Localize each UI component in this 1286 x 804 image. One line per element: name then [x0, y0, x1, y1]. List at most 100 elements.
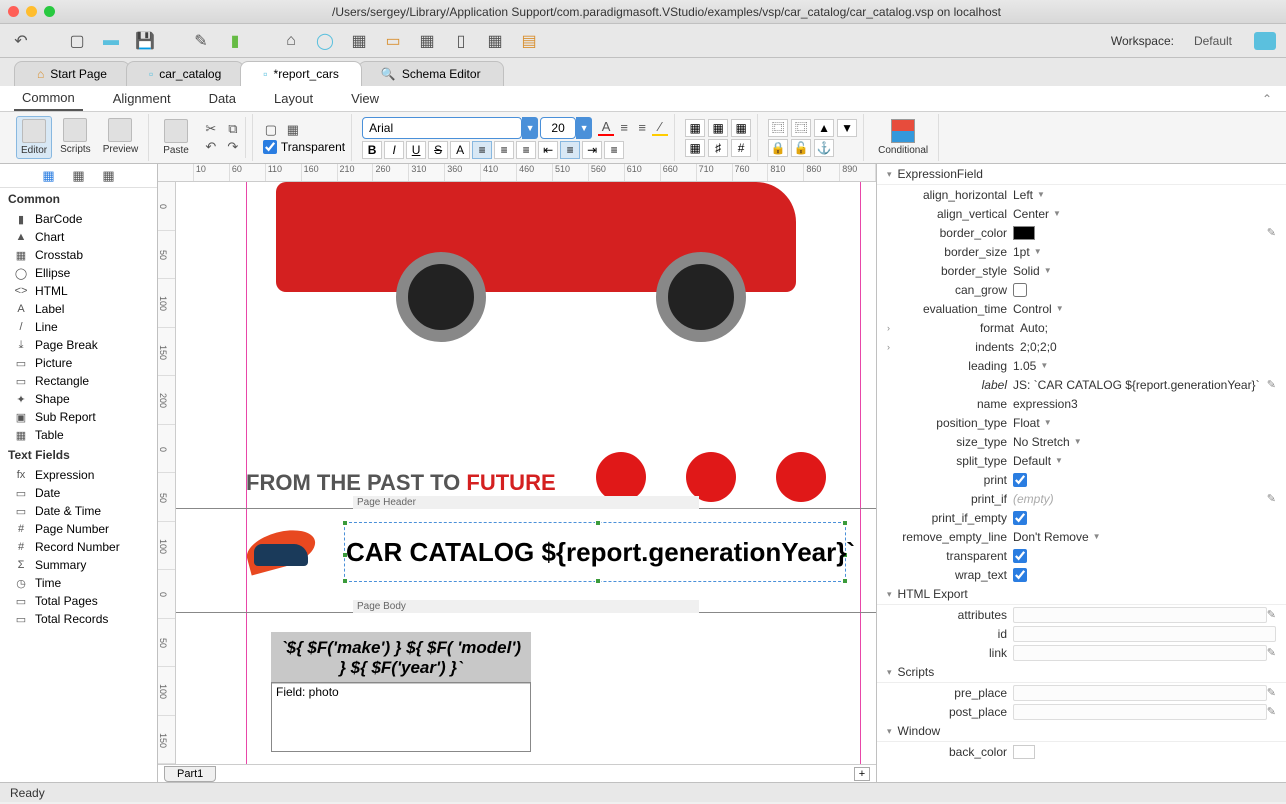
conditional-button[interactable]: Conditional: [874, 117, 932, 158]
prop-checkbox[interactable]: [1013, 511, 1027, 525]
dropdown-icon[interactable]: ▼: [1056, 304, 1064, 313]
view-mode2-icon[interactable]: ▦: [71, 168, 87, 184]
photo-field[interactable]: Field: photo: [271, 682, 531, 752]
tagline-text[interactable]: FROM THE PAST TO FUTURE: [246, 470, 556, 496]
prop-indents[interactable]: ›indents2;0;2;0: [877, 337, 1286, 356]
underline-icon[interactable]: U: [406, 141, 426, 159]
sidebar-item-summary[interactable]: ΣSummary: [0, 556, 157, 574]
ribbon-tab-data[interactable]: Data: [201, 87, 244, 110]
save-icon[interactable]: 💾: [134, 30, 156, 52]
sidebar-item-sub-report[interactable]: ▣Sub Report: [0, 408, 157, 426]
home-icon[interactable]: ⌂: [280, 30, 302, 52]
sidebar-item-page-break[interactable]: ⤓Page Break: [0, 336, 157, 354]
valign-mid-icon[interactable]: ≡: [560, 141, 580, 159]
prop-section-html-export[interactable]: ▾HTML Export: [877, 584, 1286, 605]
chat-icon[interactable]: [1254, 32, 1276, 50]
edit-icon[interactable]: ✎: [1267, 686, 1276, 699]
sidebar-item-label[interactable]: ALabel: [0, 300, 157, 318]
catalog-expression[interactable]: CAR CATALOG ${report.generationYear}`: [346, 537, 855, 568]
tab-start-page[interactable]: ⌂Start Page: [14, 61, 130, 86]
sidebar-item-date[interactable]: ▭Date: [0, 484, 157, 502]
align-center-icon[interactable]: ≡: [494, 141, 514, 159]
red-ellipse[interactable]: [596, 452, 646, 502]
panel-icon[interactable]: ▯: [450, 30, 472, 52]
font-select[interactable]: [362, 117, 522, 139]
view-mode1-icon[interactable]: ▦: [41, 168, 57, 184]
line-spacing-icon[interactable]: ≡: [604, 141, 624, 159]
align-left-icon[interactable]: ≡: [616, 120, 632, 136]
table-icon[interactable]: ▦: [685, 119, 705, 137]
bold-icon[interactable]: B: [362, 141, 382, 159]
prop-print-if[interactable]: print_if(empty)✎: [877, 489, 1286, 508]
red-ellipse[interactable]: [686, 452, 736, 502]
tab-report-cars[interactable]: ▫*report_cars: [240, 61, 362, 86]
edit-icon[interactable]: ✎: [1267, 378, 1276, 391]
prop-label[interactable]: labelJS: `CAR CATALOG ${report.generatio…: [877, 375, 1286, 394]
folder-icon[interactable]: ▬: [100, 30, 122, 52]
clear-format-icon[interactable]: A: [450, 141, 470, 159]
dropdown-icon[interactable]: ▼: [1074, 437, 1082, 446]
undo-icon[interactable]: ↶: [203, 139, 219, 155]
expression-field[interactable]: `${ $F('make') } ${ $F( 'model') } ${ $F…: [271, 632, 531, 684]
guide-line[interactable]: [860, 182, 861, 764]
new-file-icon[interactable]: ▢: [66, 30, 88, 52]
red-ellipse[interactable]: [776, 452, 826, 502]
front-icon[interactable]: ▲: [814, 119, 834, 137]
sidebar-item-expression[interactable]: fxExpression: [0, 466, 157, 484]
prop-border-style[interactable]: border_styleSolid▼: [877, 261, 1286, 280]
prop-input[interactable]: [1013, 607, 1267, 623]
prop-align-horizontal[interactable]: align_horizontalLeft▼: [877, 185, 1286, 204]
sidebar-item-line[interactable]: /Line: [0, 318, 157, 336]
prop-link[interactable]: link✎: [877, 643, 1286, 662]
dropdown-icon[interactable]: ▼: [1055, 456, 1063, 465]
transparent-checkbox[interactable]: Transparent: [263, 140, 345, 154]
brush-icon[interactable]: ✎: [190, 30, 212, 52]
prop-checkbox[interactable]: [1013, 283, 1027, 297]
prop-border-size[interactable]: border_size1pt▼: [877, 242, 1286, 261]
edit-icon[interactable]: ▭: [382, 30, 404, 52]
sidebar-item-total-pages[interactable]: ▭Total Pages: [0, 592, 157, 610]
sidebar-item-shape[interactable]: ✦Shape: [0, 390, 157, 408]
tab-car-catalog[interactable]: ▫car_catalog: [126, 61, 244, 86]
prop-wrap-text[interactable]: wrap_text: [877, 565, 1286, 584]
color-swatch[interactable]: [1013, 226, 1035, 240]
prop-name[interactable]: nameexpression3: [877, 394, 1286, 413]
prop-print[interactable]: print: [877, 470, 1286, 489]
prop-transparent[interactable]: transparent: [877, 546, 1286, 565]
scripts-button[interactable]: Scripts: [56, 116, 95, 159]
border-icon[interactable]: ▦: [285, 122, 301, 138]
anchor-icon[interactable]: ⚓: [814, 139, 834, 157]
view-mode3-icon[interactable]: ▦: [101, 168, 117, 184]
prop-can-grow[interactable]: can_grow: [877, 280, 1286, 299]
copy-icon[interactable]: ⧉: [225, 121, 241, 137]
prop-position-type[interactable]: position_typeFloat▼: [877, 413, 1286, 432]
edit-icon[interactable]: ✎: [1267, 492, 1276, 505]
sidebar-item-picture[interactable]: ▭Picture: [0, 354, 157, 372]
dropdown-icon[interactable]: ▼: [1093, 532, 1101, 541]
prop-pre-place[interactable]: pre_place✎: [877, 683, 1286, 702]
preview-button[interactable]: Preview: [99, 116, 143, 159]
sidebar-item-record-number[interactable]: #Record Number: [0, 538, 157, 556]
ribbon-collapse-icon[interactable]: ⌃: [1262, 92, 1272, 106]
prop-split-type[interactable]: split_typeDefault▼: [877, 451, 1286, 470]
strike-icon[interactable]: S: [428, 141, 448, 159]
list-icon[interactable]: ▤: [518, 30, 540, 52]
highlight-icon[interactable]: ∕: [652, 120, 668, 136]
design-canvas[interactable]: FROM THE PAST TO FUTURE Page Header: [176, 182, 876, 764]
dropdown-icon[interactable]: ▼: [1034, 247, 1042, 256]
maximize-window-button[interactable]: [44, 6, 55, 17]
dropdown-icon[interactable]: ▼: [1044, 418, 1052, 427]
part-tab[interactable]: Part1: [164, 766, 216, 782]
prop-checkbox[interactable]: [1013, 473, 1027, 487]
unlock-icon[interactable]: 🔓: [791, 139, 811, 157]
fontsize-dropdown-icon[interactable]: ▼: [576, 117, 592, 139]
edit-icon[interactable]: ✎: [1267, 608, 1276, 621]
table3-icon[interactable]: ▦: [731, 119, 751, 137]
guides-icon[interactable]: #: [731, 139, 751, 157]
prop-back-color[interactable]: back_color: [877, 742, 1286, 761]
sidebar-item-chart[interactable]: ▲Chart: [0, 228, 157, 246]
italic-icon[interactable]: I: [384, 141, 404, 159]
sidebar-item-date-time[interactable]: ▭Date & Time: [0, 502, 157, 520]
minimize-window-button[interactable]: [26, 6, 37, 17]
edit-icon[interactable]: ✎: [1267, 226, 1276, 239]
